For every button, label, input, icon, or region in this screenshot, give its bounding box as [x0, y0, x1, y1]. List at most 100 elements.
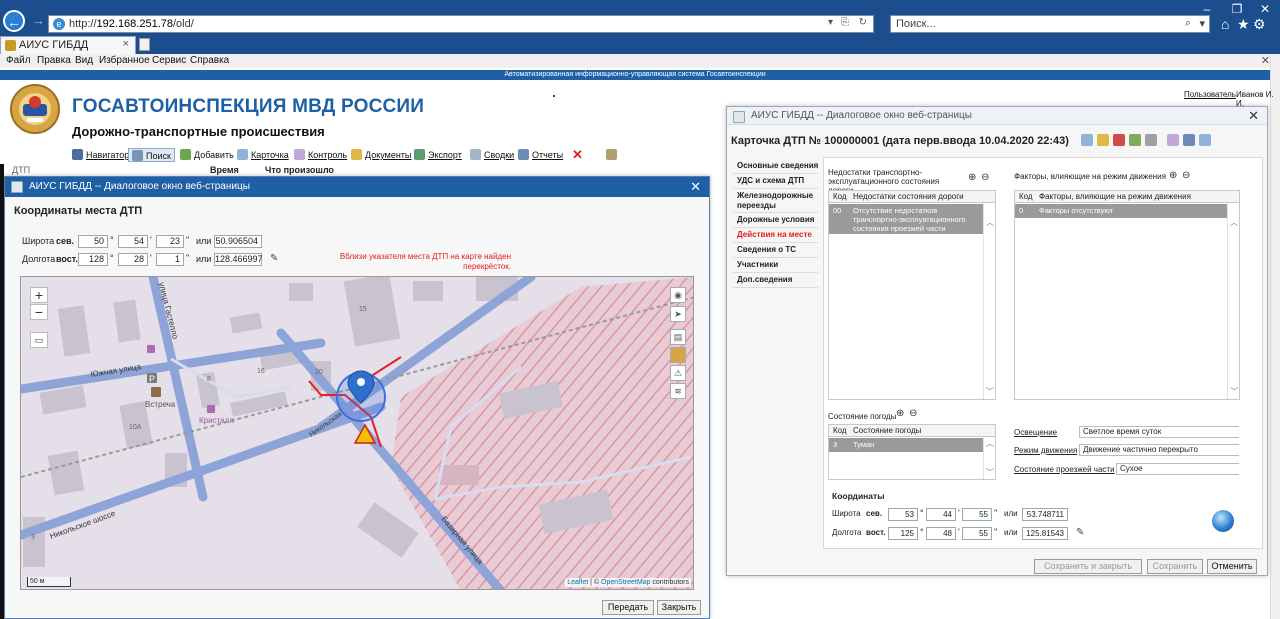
globe-icon[interactable] — [1212, 510, 1234, 532]
info-icon[interactable] — [1199, 134, 1211, 146]
leaflet-link[interactable]: Leaflet — [567, 579, 588, 586]
gear-icon[interactable]: ⚙ — [1253, 16, 1266, 33]
shop-icon[interactable] — [207, 405, 215, 413]
lat-degrees-field[interactable]: 53 — [888, 508, 918, 521]
zoom-out-button[interactable]: − — [30, 304, 48, 320]
wifi-icon[interactable]: ≋ — [670, 383, 686, 399]
lon-degrees-field[interactable]: 128 — [78, 253, 108, 266]
remove-icon[interactable]: ⊖ — [1182, 170, 1190, 181]
toolbar-add[interactable]: Добавить — [180, 148, 234, 162]
delete-icon[interactable]: ✕ — [572, 148, 583, 162]
user-link[interactable]: Пользователь — [1184, 90, 1236, 99]
map-canvas[interactable]: P Южная улица улица Гастелло Никольское … — [21, 277, 694, 590]
grid-scrollbar[interactable]: ︿ ﹀ — [983, 203, 995, 399]
col-name[interactable]: Состояние погоды — [853, 426, 921, 435]
zoom-in-button[interactable]: + — [30, 287, 48, 303]
table-row[interactable]: 3 Туман — [829, 438, 984, 452]
toolbar-control[interactable]: Контроль — [294, 148, 347, 162]
sidebar-item-uds[interactable]: УДС и схема ДТП — [733, 174, 818, 189]
back-arrow-icon[interactable]: ← — [3, 10, 25, 32]
toolbar-export[interactable]: Экспорт — [414, 148, 462, 162]
sidebar-item-vehicles[interactable]: Сведения о ТС — [733, 243, 818, 258]
lon-seconds-field[interactable]: 55 — [962, 527, 992, 540]
chevron-up-icon[interactable]: ︿ — [1230, 217, 1238, 228]
col-code[interactable]: Код — [1019, 192, 1033, 201]
shop-icon[interactable] — [151, 387, 161, 397]
emblem-icon[interactable] — [670, 347, 686, 363]
ruler-icon[interactable]: ▭ — [30, 332, 48, 348]
chevron-down-icon[interactable]: ▾ — [1199, 17, 1205, 30]
col-name[interactable]: Недостатки состояния дороги — [853, 192, 964, 201]
remove-icon[interactable]: ⊖ — [981, 172, 989, 183]
traffic-mode-label[interactable]: Режим движения — [1014, 446, 1077, 455]
lat-minutes-field[interactable]: 44 — [926, 508, 956, 521]
lighting-label[interactable]: Освещение — [1014, 428, 1057, 437]
remove-icon[interactable]: ⊖ — [909, 408, 917, 419]
refresh-icon[interactable]: ↻ — [859, 17, 867, 28]
toolbar-documents[interactable]: Документы — [351, 148, 411, 162]
menu-view[interactable]: Вид — [75, 54, 93, 68]
search-input[interactable]: Поиск... ⌕ ▾ — [890, 15, 1210, 33]
close-button[interactable]: Закрыть — [657, 600, 701, 615]
print-icon[interactable] — [1081, 134, 1093, 146]
edit-icon[interactable] — [1145, 134, 1157, 146]
browser-tab[interactable]: АИУС ГИБДД × — [0, 36, 136, 54]
folder-icon[interactable] — [1097, 134, 1109, 146]
home-icon[interactable]: ⌂ — [1221, 16, 1229, 32]
search-icon[interactable]: ⌕ — [1185, 17, 1191, 30]
lat-decimal-field[interactable]: 50.906504 — [214, 235, 262, 248]
lat-seconds-field[interactable]: 55 — [962, 508, 992, 521]
address-bar[interactable]: e http://192.168.251.78/old/ ▾ ⎘ ↻ — [48, 15, 874, 33]
new-tab-button[interactable] — [139, 38, 150, 51]
report-icon[interactable] — [1183, 134, 1195, 146]
menu-help[interactable]: Справка — [190, 54, 229, 68]
check-icon[interactable] — [1129, 134, 1141, 146]
star-icon[interactable]: ★ — [1237, 16, 1250, 33]
add-icon[interactable]: ⊕ — [968, 172, 976, 183]
chevron-up-icon[interactable]: ︿ — [986, 217, 994, 228]
lat-decimal-field[interactable]: 53.748711 — [1022, 508, 1068, 521]
chevron-down-icon[interactable]: ﹀ — [986, 386, 994, 397]
lon-seconds-field[interactable]: 1 — [156, 253, 184, 266]
surface-label[interactable]: Состояние проезжей части — [1014, 465, 1115, 474]
grid-scrollbar[interactable]: ︿ ﹀ — [1227, 203, 1239, 399]
table-row[interactable]: 0 Факторы отсутствуют — [1015, 204, 1227, 218]
col-code[interactable]: Код — [833, 426, 847, 435]
shop-icon[interactable] — [147, 345, 155, 353]
map-view[interactable]: P Южная улица улица Гастелло Никольское … — [20, 276, 694, 590]
save-and-close-button[interactable]: Сохранить и закрыть — [1034, 559, 1142, 574]
lon-decimal-field[interactable]: 128.466997 — [214, 253, 263, 266]
menu-favorites[interactable]: Избранное — [99, 54, 150, 68]
traffic-mode-value[interactable]: Движение частично перекрыто — [1079, 444, 1239, 456]
sidebar-item-participants[interactable]: Участники — [733, 258, 818, 273]
lon-degrees-field[interactable]: 125 — [888, 527, 918, 540]
col-name[interactable]: Факторы, влияющие на режим движения — [1039, 192, 1191, 201]
dialog-titlebar[interactable]: АИУС ГИБДД -- Диалоговое окно веб-страни… — [727, 107, 1267, 125]
page-scrollbar[interactable] — [1270, 56, 1280, 619]
grid-scrollbar[interactable]: ︿ ﹀ — [983, 437, 995, 479]
dialog-titlebar[interactable]: АИУС ГИБДД -- Диалоговое окно веб-страни… — [5, 177, 709, 197]
close-icon[interactable]: ✕ — [1261, 54, 1270, 67]
column-time[interactable]: Время — [210, 165, 239, 175]
dropdown-icon[interactable]: ▾ — [828, 17, 833, 28]
lon-minutes-field[interactable]: 28 — [118, 253, 148, 266]
sidebar-item-main[interactable]: Основные сведения — [733, 159, 818, 174]
eraser-icon[interactable]: ✎ — [1076, 527, 1084, 538]
toolbar-search[interactable]: Поиск — [128, 148, 175, 162]
col-code[interactable]: Код — [833, 192, 847, 201]
compat-icon[interactable]: ⎘ — [841, 17, 849, 28]
chevron-up-icon[interactable]: ︿ — [986, 438, 994, 449]
lon-decimal-field[interactable]: 125.81543 — [1022, 527, 1068, 540]
lat-seconds-field[interactable]: 23 — [156, 235, 184, 248]
sidebar-item-road-conditions[interactable]: Дорожные условия — [733, 213, 818, 228]
pin-icon[interactable]: ➤ — [670, 306, 686, 322]
lighting-value[interactable]: Светлое время суток — [1079, 426, 1239, 438]
close-icon[interactable]: × — [123, 38, 129, 50]
locate-icon[interactable]: ◉ — [670, 287, 686, 303]
table-row[interactable]: 00 Отсутствие недостатков транспортно-эк… — [829, 204, 984, 234]
close-icon[interactable]: ✕ — [690, 177, 701, 197]
flag-icon[interactable] — [1113, 134, 1125, 146]
camera-icon[interactable]: ▤ — [670, 329, 686, 345]
cancel-button[interactable]: Отменить — [1207, 559, 1257, 574]
close-icon[interactable]: ✕ — [1248, 107, 1259, 125]
